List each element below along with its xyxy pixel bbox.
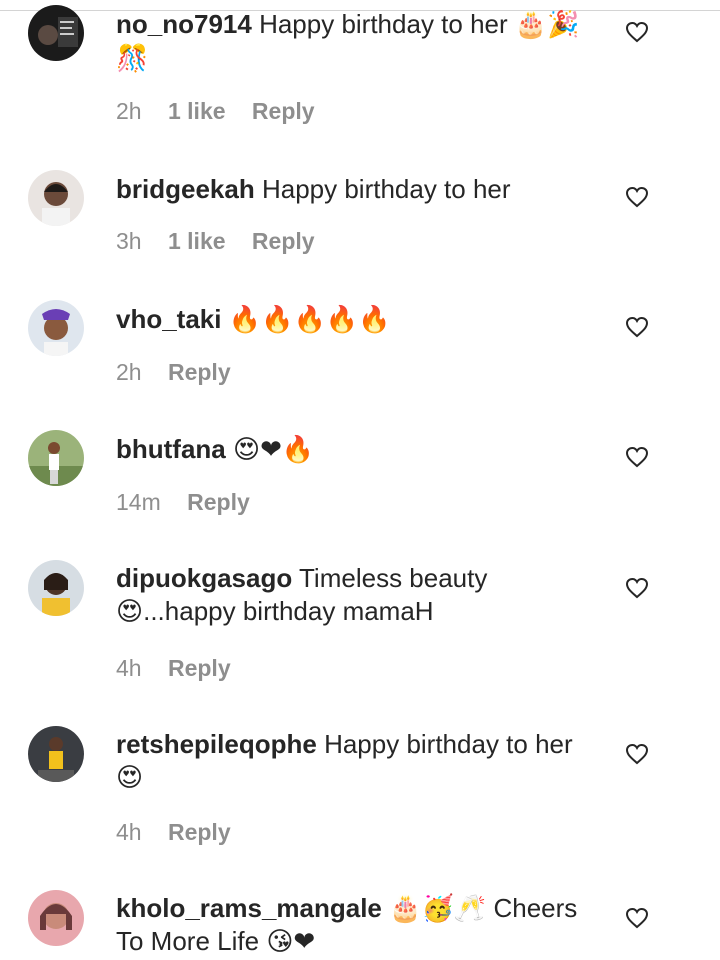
- comment-body: bhutfana 😍❤🔥: [116, 433, 596, 467]
- comment-emoji: 🔥🔥🔥🔥🔥: [228, 305, 391, 335]
- timestamp: 3h: [116, 228, 142, 254]
- comment-body: dipuokgasago Timeless beauty 😍...happy b…: [116, 562, 596, 629]
- avatar[interactable]: [28, 170, 84, 226]
- comment-emoji: 😍: [116, 597, 144, 627]
- like-count[interactable]: 1 like: [168, 98, 226, 124]
- reply-button[interactable]: Reply: [168, 655, 231, 681]
- heart-outline-icon[interactable]: [625, 186, 649, 208]
- timestamp: 4h: [116, 819, 142, 845]
- timestamp: 14m: [116, 489, 161, 515]
- heart-outline-icon[interactable]: [625, 907, 649, 929]
- reply-button[interactable]: Reply: [252, 228, 315, 254]
- comment-meta: 3h 1 like Reply: [116, 228, 335, 255]
- comment-text: Happy birthday to her: [261, 174, 511, 204]
- heart-outline-icon[interactable]: [625, 21, 649, 43]
- reply-button[interactable]: Reply: [252, 98, 315, 124]
- timestamp: 2h: [116, 98, 142, 124]
- comment-emoji: 😍: [116, 763, 144, 793]
- username[interactable]: no_no7914: [116, 9, 252, 39]
- heart-outline-icon[interactable]: [625, 577, 649, 599]
- comment-text: Timeless beauty: [299, 563, 488, 593]
- avatar[interactable]: [28, 300, 84, 356]
- reply-button[interactable]: Reply: [168, 359, 231, 385]
- comment-body: kholo_rams_mangale 🎂🥳🥂 Cheers To More Li…: [116, 892, 596, 959]
- avatar[interactable]: [28, 5, 84, 61]
- username[interactable]: bhutfana: [116, 434, 226, 464]
- comment-body: no_no7914 Happy birthday to her 🎂🎉🎊: [116, 8, 596, 76]
- username[interactable]: dipuokgasago: [116, 563, 292, 593]
- timestamp: 4h: [116, 655, 142, 681]
- timestamp: 2h: [116, 359, 142, 385]
- comment-meta: 4h Reply: [116, 819, 251, 846]
- heart-outline-icon[interactable]: [625, 316, 649, 338]
- comment-meta: 2h 1 like Reply: [116, 98, 335, 125]
- heart-outline-icon[interactable]: [625, 446, 649, 468]
- avatar[interactable]: [28, 560, 84, 616]
- comment-emoji: 😍❤🔥: [233, 435, 315, 465]
- reply-button[interactable]: Reply: [168, 819, 231, 845]
- username[interactable]: vho_taki: [116, 304, 222, 334]
- comment-body: retshepileqophe Happy birthday to her 😍: [116, 728, 596, 795]
- comment-emoji: 😘❤: [266, 927, 316, 957]
- heart-outline-icon[interactable]: [625, 743, 649, 765]
- like-count[interactable]: 1 like: [168, 228, 226, 254]
- comment-text: Happy birthday to her: [324, 729, 573, 759]
- comment-body: vho_taki 🔥🔥🔥🔥🔥: [116, 303, 596, 337]
- comment-meta: 4h Reply: [116, 655, 251, 682]
- comment-text-continued: ...happy birthday mamaH: [143, 596, 434, 626]
- avatar[interactable]: [28, 890, 84, 946]
- username[interactable]: kholo_rams_mangale: [116, 893, 382, 923]
- comment-body: bridgeekah Happy birthday to her: [116, 173, 596, 206]
- username[interactable]: retshepileqophe: [116, 729, 317, 759]
- comment-meta: 14m Reply: [116, 489, 270, 516]
- comment-meta: 2h Reply: [116, 359, 251, 386]
- comment-text: Happy birthday to her: [259, 9, 508, 39]
- reply-button[interactable]: Reply: [187, 489, 250, 515]
- avatar[interactable]: [28, 430, 84, 486]
- username[interactable]: bridgeekah: [116, 174, 255, 204]
- avatar[interactable]: [28, 726, 84, 782]
